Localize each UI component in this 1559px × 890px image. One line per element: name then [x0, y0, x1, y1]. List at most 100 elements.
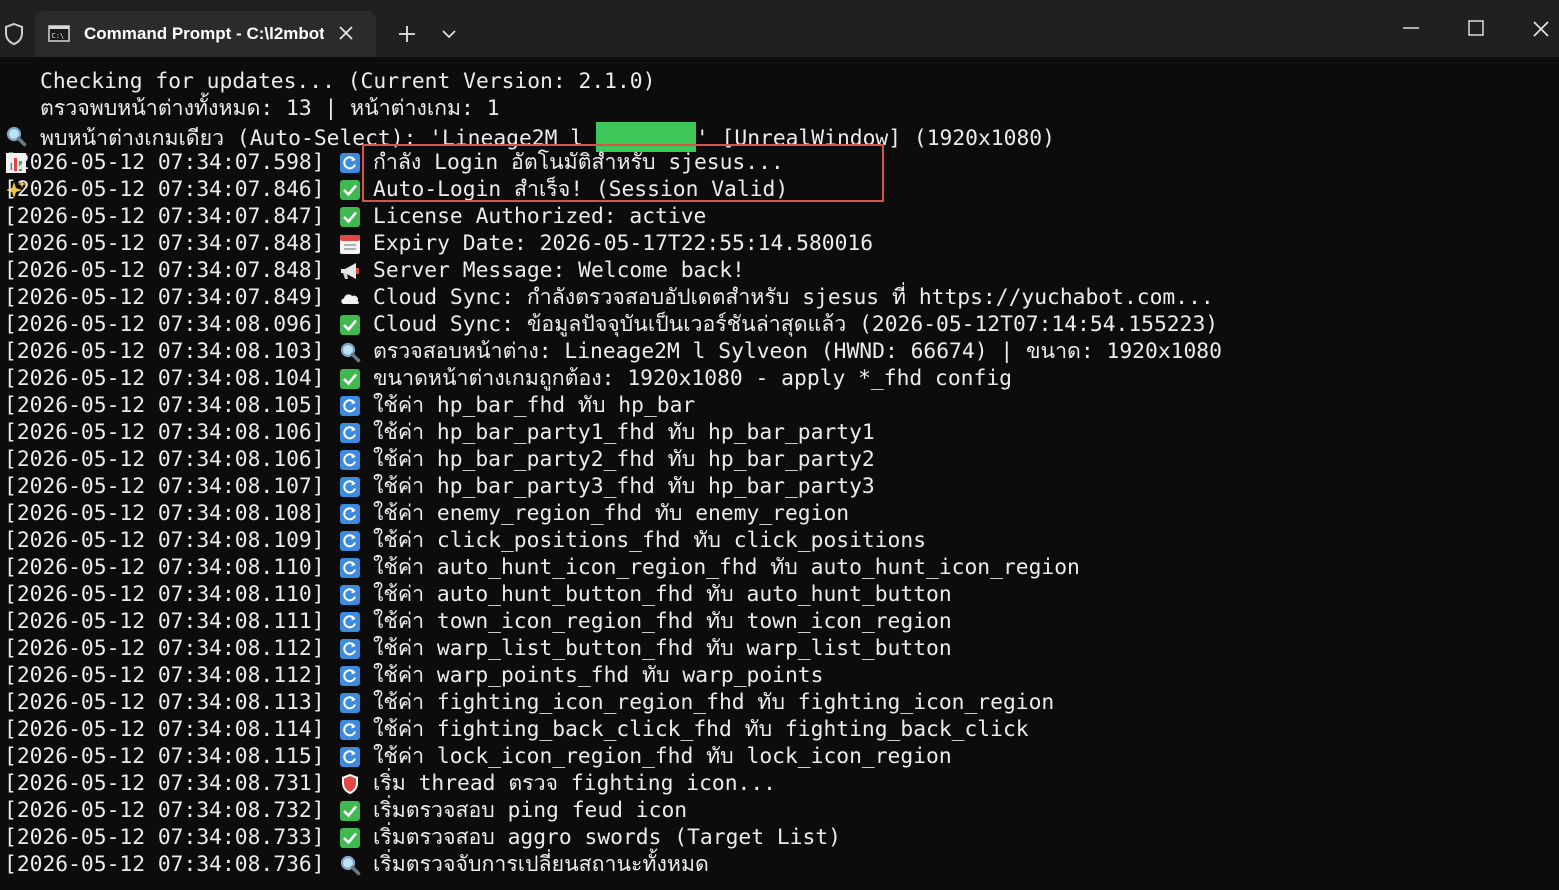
log-message: ใช้ค่า click_positions_fhd ทับ click_pos… — [373, 528, 927, 553]
log-message: ขนาดหน้าต่างเกมถูกต้อง: 1920x1080 - appl… — [373, 366, 1012, 391]
check-icon — [339, 179, 361, 201]
log-timestamp: [2026-05-12 07:34:08.110] — [4, 582, 325, 607]
refresh-icon — [339, 719, 361, 741]
shield-icon[interactable] — [3, 22, 25, 46]
log-message: Expiry Date: 2026-05-17T22:55:14.580016 — [373, 231, 874, 256]
log-timestamp: [2026-05-12 07:34:08.107] — [4, 474, 325, 499]
log-message: เริ่มตรวจสอบ aggro swords (Target List) — [373, 825, 841, 850]
magnifier-icon — [339, 341, 361, 363]
log-timestamp: [2026-05-12 07:34:08.732] — [4, 798, 325, 823]
refresh-icon — [339, 746, 361, 768]
log-message: Cloud Sync: ข้อมูลปัจจุบันเป็นเวอร์ชันล่… — [373, 312, 1219, 337]
refresh-icon — [339, 692, 361, 714]
log-line: [2026-05-12 07:34:08.111] ใช้ค่า town_ico… — [0, 608, 1559, 635]
refresh-icon — [339, 557, 361, 579]
console-text: ตรวจพบหน้าต่างทั้งหมด: 13 | หน้าต่างเกม:… — [40, 96, 500, 121]
log-line: [2026-05-12 07:34:08.732] เริ่มตรวจสอบ pi… — [0, 797, 1559, 824]
refresh-icon — [339, 638, 361, 660]
shield-icon — [339, 773, 361, 795]
cmd-icon: C:\ — [48, 25, 70, 42]
log-line: [2026-05-12 07:34:07.849] Cloud Sync: กำล… — [0, 284, 1559, 311]
tab-command-prompt[interactable]: C:\ Command Prompt - C:\l2mbot — [35, 11, 376, 57]
log-message: เริ่มตรวจจับการเปลี่ยนสถานะทั้งหมด — [373, 852, 709, 877]
check-icon — [339, 827, 361, 849]
log-message: ใช้ค่า auto_hunt_button_fhd ทับ auto_hun… — [373, 582, 952, 607]
console-output[interactable]: Checking for updates... (Current Version… — [0, 57, 1559, 890]
title-bar: C:\ Command Prompt - C:\l2mbot — [0, 0, 1559, 57]
log-message: ใช้ค่า hp_bar_party3_fhd ทับ hp_bar_part… — [373, 474, 875, 499]
log-timestamp: [2026-05-12 07:34:08.109] — [4, 528, 325, 553]
log-message: Auto-Login สำเร็จ! (Session Valid) — [373, 177, 789, 202]
log-line: [2026-05-12 07:34:08.113] ใช้ค่า fighting… — [0, 689, 1559, 716]
log-line: [2026-05-12 07:34:08.736] เริ่มตรวจจับการ… — [0, 851, 1559, 878]
refresh-icon — [339, 152, 361, 174]
log-message: ใช้ค่า hp_bar_party2_fhd ทับ hp_bar_part… — [373, 447, 875, 472]
log-timestamp: [2026-05-12 07:34:08.105] — [4, 393, 325, 418]
log-message: Cloud Sync: กำลังตรวจสอบอัปเดตสำหรับ sje… — [373, 285, 1214, 310]
log-timestamp: [2026-05-12 07:34:08.114] — [4, 717, 325, 742]
log-timestamp: [2026-05-12 07:34:08.106] — [4, 447, 325, 472]
log-timestamp: [2026-05-12 07:34:08.111] — [4, 609, 325, 634]
console-text-before: พบหน้าต่างเกมเดียว (Auto-Select): 'Linea… — [40, 126, 596, 151]
log-line: [2026-05-12 07:34:08.731] เริ่ม thread ตร… — [0, 770, 1559, 797]
log-message: License Authorized: active — [373, 204, 707, 229]
bar-chart-icon — [5, 98, 27, 173]
console-text-after: ' [UnrealWindow] (1920x1080) — [695, 126, 1055, 151]
log-message: ใช้ค่า enemy_region_fhd ทับ enemy_region — [373, 501, 850, 526]
log-message: ใช้ค่า lock_icon_region_fhd ทับ lock_ico… — [373, 744, 952, 769]
log-message: กำลัง Login อัตโนมัติสำหรับ sjesus... — [373, 150, 784, 175]
log-line: [2026-05-12 07:34:07.846] Auto-Login สำเร… — [0, 176, 1559, 203]
sparkles-icon — [5, 125, 27, 198]
log-message: ใช้ค่า hp_bar_party1_fhd ทับ hp_bar_part… — [373, 420, 875, 445]
maximize-icon[interactable] — [1466, 19, 1486, 37]
log-line: [2026-05-12 07:34:07.598] กำลัง Login อัต… — [0, 149, 1559, 176]
log-line: [2026-05-12 07:34:08.105] ใช้ค่า hp_bar_f… — [0, 392, 1559, 419]
close-tab-icon[interactable] — [337, 24, 355, 42]
console-text: Checking for updates... (Current Version… — [40, 69, 656, 94]
check-icon — [339, 206, 361, 228]
refresh-icon — [339, 611, 361, 633]
tab-title: Command Prompt - C:\l2mbot — [84, 24, 324, 43]
log-timestamp: [2026-05-12 07:34:08.736] — [4, 852, 325, 877]
refresh-icon — [339, 476, 361, 498]
magnifier-icon — [5, 71, 27, 147]
megaphone-icon — [339, 260, 361, 282]
log-line: [2026-05-12 07:34:08.107] ใช้ค่า hp_bar_p… — [0, 473, 1559, 500]
log-message: เริ่ม thread ตรวจ fighting icon... — [373, 771, 777, 796]
minimize-icon[interactable] — [1398, 20, 1424, 36]
console-text: พบหน้าต่างเกมเดียว (Auto-Select): 'Linea… — [40, 122, 1055, 152]
log-timestamp: [2026-05-12 07:34:07.847] — [4, 204, 325, 229]
console-line: พบหน้าต่างเกมเดียว (Auto-Select): 'Linea… — [0, 122, 1559, 198]
log-message: ใช้ค่า warp_points_fhd ทับ warp_points — [373, 663, 824, 688]
log-line: [2026-05-12 07:34:08.106] ใช้ค่า hp_bar_p… — [0, 419, 1559, 446]
log-line: [2026-05-12 07:34:07.848] Expiry Date: 20… — [0, 230, 1559, 257]
log-line: [2026-05-12 07:34:08.114] ใช้ค่า fighting… — [0, 716, 1559, 743]
log-line: [2026-05-12 07:34:08.110] ใช้ค่า auto_hun… — [0, 581, 1559, 608]
close-window-icon[interactable] — [1530, 19, 1552, 39]
refresh-icon — [339, 422, 361, 444]
log-timestamp: [2026-05-12 07:34:08.108] — [4, 501, 325, 526]
log-timestamp: [2026-05-12 07:34:07.849] — [4, 285, 325, 310]
log-timestamp: [2026-05-12 07:34:08.110] — [4, 555, 325, 580]
log-timestamp: [2026-05-12 07:34:08.106] — [4, 420, 325, 445]
check-icon — [339, 368, 361, 390]
log-message: ใช้ค่า warp_list_button_fhd ทับ warp_lis… — [373, 636, 952, 661]
log-line: [2026-05-12 07:34:07.848] Server Message:… — [0, 257, 1559, 284]
log-timestamp: [2026-05-12 07:34:08.113] — [4, 690, 325, 715]
log-timestamp: [2026-05-12 07:34:08.096] — [4, 312, 325, 337]
chevron-down-icon[interactable] — [441, 28, 457, 40]
log-line: [2026-05-12 07:34:08.103] ตรวจสอบหน้าต่าง… — [0, 338, 1559, 365]
log-message: ตรวจสอบหน้าต่าง: Lineage2M l Sylveon (HW… — [373, 339, 1222, 364]
log-message: เริ่มตรวจสอบ ping feud icon — [373, 798, 688, 823]
log-timestamp: [2026-05-12 07:34:07.848] — [4, 258, 325, 283]
log-line: [2026-05-12 07:34:08.106] ใช้ค่า hp_bar_p… — [0, 446, 1559, 473]
new-tab-plus-icon[interactable] — [397, 24, 417, 44]
log-message: ใช้ค่า town_icon_region_fhd ทับ town_ico… — [373, 609, 952, 634]
log-timestamp: [2026-05-12 07:34:08.733] — [4, 825, 325, 850]
redacted-block — [595, 122, 696, 152]
console-line: Checking for updates... (Current Version… — [0, 68, 1559, 147]
refresh-icon — [339, 530, 361, 552]
log-line: [2026-05-12 07:34:08.109] ใช้ค่า click_po… — [0, 527, 1559, 554]
refresh-icon — [339, 584, 361, 606]
log-message: ใช้ค่า hp_bar_fhd ทับ hp_bar — [373, 393, 696, 418]
